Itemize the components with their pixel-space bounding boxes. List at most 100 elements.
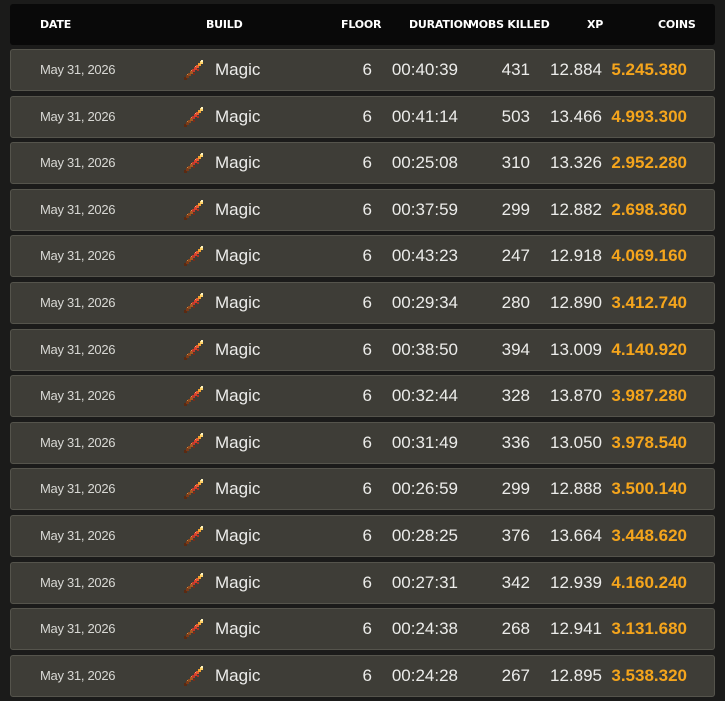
table-row[interactable]: May 31, 2026	[10, 608, 715, 650]
run-coins: 3.978.540	[611, 433, 687, 452]
run-xp: 13.870	[550, 386, 602, 405]
run-history-table: DATE BUILD FLOOR DURATION MOBS KILLED XP…	[0, 0, 725, 701]
run-floor: 6	[362, 293, 372, 312]
run-coins: 4.140.920	[611, 340, 687, 359]
run-date: May 31, 2026	[40, 575, 116, 590]
header-build[interactable]: BUILD	[206, 4, 243, 45]
run-xp: 12.890	[550, 293, 602, 312]
run-xp: 13.664	[550, 526, 602, 545]
magic-wand-icon	[183, 245, 205, 267]
run-build: Magic	[215, 153, 261, 172]
header-coins[interactable]: COINS	[658, 4, 696, 45]
run-duration: 00:24:28	[391, 666, 458, 685]
run-coins: 3.412.740	[611, 293, 687, 312]
run-duration: 00:26:59	[391, 479, 458, 498]
run-build: Magic	[215, 666, 261, 685]
magic-wand-icon	[183, 665, 205, 687]
table-row[interactable]: May 31, 2026	[10, 49, 715, 91]
magic-wand-icon	[183, 572, 205, 594]
run-duration: 00:43:23	[391, 246, 458, 265]
table-row[interactable]: May 31, 2026	[10, 142, 715, 184]
run-xp: 12.882	[550, 200, 602, 219]
header-floor[interactable]: FLOOR	[341, 4, 382, 45]
table-row[interactable]: May 31, 2026	[10, 655, 715, 697]
table-row[interactable]: May 31, 2026	[10, 422, 715, 464]
header-mobs-killed[interactable]: MOBS KILLED	[468, 4, 550, 45]
run-mobs-killed: 394	[501, 340, 530, 359]
magic-wand-icon	[183, 106, 205, 128]
run-date: May 31, 2026	[40, 202, 116, 217]
run-mobs-killed: 376	[501, 526, 530, 545]
run-floor: 6	[362, 60, 372, 79]
run-date: May 31, 2026	[40, 109, 116, 124]
run-date: May 31, 2026	[40, 481, 116, 496]
run-mobs-killed: 336	[501, 433, 530, 452]
table-row[interactable]: May 31, 2026	[10, 329, 715, 371]
run-floor: 6	[362, 619, 372, 638]
table-row[interactable]: May 31, 2026	[10, 515, 715, 557]
magic-wand-icon	[183, 525, 205, 547]
run-floor: 6	[362, 246, 372, 265]
table-row[interactable]: May 31, 2026	[10, 562, 715, 604]
run-floor: 6	[362, 200, 372, 219]
magic-wand-icon	[183, 339, 205, 361]
run-coins: 5.245.380	[611, 60, 687, 79]
run-mobs-killed: 328	[501, 386, 530, 405]
run-build: Magic	[215, 246, 261, 265]
run-xp: 13.050	[550, 433, 602, 452]
magic-wand-icon	[183, 292, 205, 314]
run-date: May 31, 2026	[40, 435, 116, 450]
table-row[interactable]: May 31, 2026	[10, 189, 715, 231]
run-duration: 00:38:50	[391, 340, 458, 359]
run-mobs-killed: 268	[501, 619, 530, 638]
run-date: May 31, 2026	[40, 62, 116, 77]
run-build: Magic	[215, 433, 261, 452]
header-date[interactable]: DATE	[40, 4, 71, 45]
run-build: Magic	[215, 479, 261, 498]
table-row[interactable]: May 31, 2026	[10, 96, 715, 138]
run-date: May 31, 2026	[40, 342, 116, 357]
magic-wand-icon	[183, 432, 205, 454]
run-xp: 12.895	[550, 666, 602, 685]
table-row[interactable]: May 31, 2026	[10, 235, 715, 277]
run-mobs-killed: 299	[501, 200, 530, 219]
header-duration[interactable]: DURATION	[409, 4, 472, 45]
run-floor: 6	[362, 386, 372, 405]
run-xp: 13.009	[550, 340, 602, 359]
header-xp[interactable]: XP	[587, 4, 603, 45]
table-row[interactable]: May 31, 2026	[10, 282, 715, 324]
table-row[interactable]: May 31, 2026	[10, 468, 715, 510]
run-date: May 31, 2026	[40, 155, 116, 170]
run-floor: 6	[362, 666, 372, 685]
run-xp: 12.884	[550, 60, 602, 79]
run-xp: 12.939	[550, 573, 602, 592]
run-coins: 4.069.160	[611, 246, 687, 265]
run-mobs-killed: 280	[501, 293, 530, 312]
magic-wand-icon	[183, 199, 205, 221]
run-date: May 31, 2026	[40, 388, 116, 403]
magic-wand-icon	[183, 385, 205, 407]
magic-wand-icon	[183, 59, 205, 81]
run-duration: 00:27:31	[391, 573, 458, 592]
run-xp: 12.941	[550, 619, 602, 638]
magic-wand-icon	[183, 152, 205, 174]
run-floor: 6	[362, 433, 372, 452]
table-row[interactable]: May 31, 2026	[10, 375, 715, 417]
magic-wand-icon	[183, 618, 205, 640]
run-coins: 4.993.300	[611, 107, 687, 126]
run-floor: 6	[362, 573, 372, 592]
run-duration: 00:24:38	[391, 619, 458, 638]
run-build: Magic	[215, 573, 261, 592]
run-mobs-killed: 247	[501, 246, 530, 265]
run-xp: 13.466	[550, 107, 602, 126]
run-duration: 00:29:34	[391, 293, 458, 312]
run-date: May 31, 2026	[40, 621, 116, 636]
run-mobs-killed: 310	[501, 153, 530, 172]
run-build: Magic	[215, 200, 261, 219]
run-floor: 6	[362, 479, 372, 498]
run-duration: 00:25:08	[391, 153, 458, 172]
run-date: May 31, 2026	[40, 528, 116, 543]
run-date: May 31, 2026	[40, 668, 116, 683]
magic-wand-icon	[183, 478, 205, 500]
run-coins: 3.987.280	[611, 386, 687, 405]
